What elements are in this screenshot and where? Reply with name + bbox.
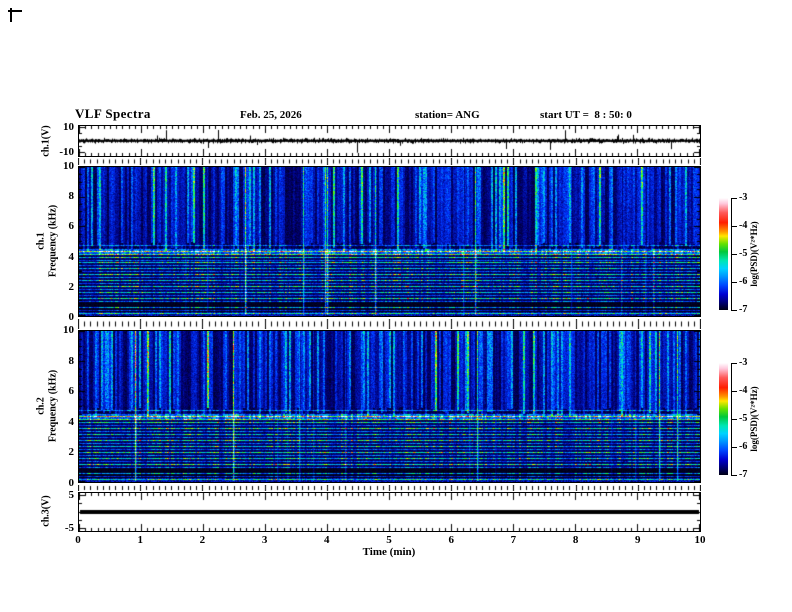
colorbar-tick-label: -3 — [739, 357, 748, 368]
colorbar-tick — [731, 447, 737, 448]
x-tick-label: 6 — [448, 534, 454, 546]
colorbar-tick-label: -6 — [739, 276, 748, 287]
colorbar-tick — [731, 282, 737, 283]
y-tick-label: 0 — [68, 311, 75, 323]
x-tick-label: 0 — [75, 534, 81, 546]
colorbar-ch2 — [719, 363, 728, 475]
x-tick-label: 5 — [386, 534, 392, 546]
frame-corner-mark — [10, 8, 12, 22]
vlf-spectra-window: VLF Spectra Feb. 25, 2026 station= ANG s… — [0, 0, 792, 612]
colorbar-tick — [731, 254, 737, 255]
ch1-waveform-plot — [79, 126, 700, 156]
ch2-channel-label: ch.2 — [35, 397, 47, 415]
colorbar-ch2-label: log(PSD)(V²*Hz) — [748, 386, 759, 452]
y-tick-label: 10 — [63, 324, 74, 336]
colorbar-tick — [731, 475, 737, 476]
x-tick-label: 10 — [694, 534, 706, 546]
colorbar-tick — [731, 363, 737, 364]
ch3-waveform-plot — [79, 493, 700, 531]
y-tick-label: 5 — [68, 489, 75, 501]
ch2-spectrogram — [79, 331, 700, 482]
y-tick-label: 4 — [68, 416, 75, 428]
x-tick-label: 7 — [510, 534, 517, 546]
y-tick-label: 2 — [68, 446, 75, 458]
colorbar-tick — [731, 310, 737, 311]
ch1-spectrogram — [79, 167, 700, 316]
colorbar-tick — [731, 198, 737, 199]
colorbar-tick-label: -5 — [739, 413, 748, 424]
y-tick-label: -10 — [59, 146, 74, 158]
header-station: station= ANG — [415, 109, 480, 121]
y-tick-label: 8 — [68, 355, 75, 367]
colorbar-tick-label: -3 — [739, 192, 748, 203]
colorbar-tick-label: -6 — [739, 441, 748, 452]
ch1-frequency-axis-label: ch.1 Frequency (kHz) — [36, 205, 59, 277]
colorbar-tick — [731, 419, 737, 420]
colorbar-ch1-label: log(PSD)(V²*Hz) — [748, 221, 759, 287]
time-tick-strip — [78, 158, 701, 165]
y-tick-label: 10 — [63, 160, 74, 172]
colorbar-ch1 — [719, 198, 728, 310]
ch1-frequency-axis-text: Frequency (kHz) — [47, 204, 58, 278]
time-tick-strip — [78, 485, 701, 491]
y-tick-label: 2 — [68, 281, 75, 293]
y-tick-label: -5 — [64, 522, 74, 534]
colorbar-tick-label: -4 — [739, 385, 748, 396]
y-tick-label: 0 — [68, 477, 75, 489]
colorbar-tick — [731, 391, 737, 392]
ch2-frequency-axis-label: ch.2 Frequency (kHz) — [36, 370, 59, 442]
colorbar-tick-label: -7 — [739, 469, 748, 480]
x-tick-label: 3 — [261, 534, 268, 546]
header-start-ut: start UT = 8 : 50: 0 — [540, 109, 632, 121]
header-date: Feb. 25, 2026 — [240, 109, 302, 121]
y-tick-label: 10 — [63, 121, 74, 133]
colorbar-tick — [731, 226, 737, 227]
x-axis-label: Time (min) — [362, 546, 416, 558]
x-tick-label: 4 — [324, 534, 330, 546]
y-tick-label: 6 — [68, 385, 75, 397]
x-tick-label: 2 — [199, 534, 206, 546]
colorbar-tick-label: -7 — [739, 304, 748, 315]
x-tick-label: 8 — [572, 534, 579, 546]
ch2-spectrogram-panel — [78, 330, 701, 483]
ch1-channel-label: ch.1 — [35, 232, 47, 250]
ch3-voltage-panel — [78, 492, 701, 532]
x-tick-label: 9 — [635, 534, 641, 546]
page-title: VLF Spectra — [75, 106, 151, 121]
colorbar-tick-label: -4 — [739, 220, 748, 231]
y-tick-label: 4 — [68, 251, 75, 263]
ch2-frequency-axis-text: Frequency (kHz) — [47, 369, 58, 443]
ch1-spectrogram-panel — [78, 166, 701, 317]
x-tick-label: 1 — [137, 534, 143, 546]
time-tick-strip — [78, 319, 701, 329]
ch1-voltage-panel — [78, 125, 701, 157]
colorbar-tick-label: -5 — [739, 248, 748, 259]
y-tick-label: 6 — [68, 220, 75, 232]
y-tick-label: 8 — [68, 190, 75, 202]
